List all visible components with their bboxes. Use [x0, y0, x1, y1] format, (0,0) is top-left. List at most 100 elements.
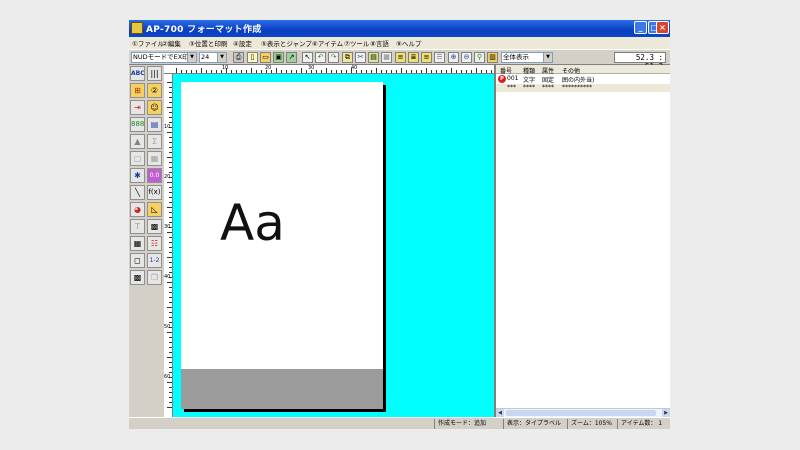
chevron-right-icon[interactable]: ▶: [662, 409, 670, 417]
undo-icon[interactable]: ↶: [315, 52, 326, 63]
ruler-tick: [301, 68, 302, 73]
column-header-other[interactable]: その他: [562, 66, 580, 75]
data-matrix-tool-icon[interactable]: ▦: [130, 236, 145, 251]
ruler-tick: [167, 207, 172, 208]
face-tool-icon[interactable]: ☺: [147, 100, 162, 115]
menu-edit[interactable]: ②編集: [162, 38, 181, 48]
page-footer-band: [181, 369, 383, 409]
date-tool-icon[interactable]: 0.0: [147, 168, 162, 183]
ruler-tick: [167, 407, 172, 408]
item-list-panel: 番号 種類 属性 その他 P 001 文字 固定 囲の内外当) *** ****…: [494, 65, 670, 417]
cut-icon[interactable]: ✂: [355, 52, 366, 63]
ruler-tick: [169, 212, 172, 213]
ruler-tick: [446, 70, 447, 73]
database-tool-icon[interactable]: ▤: [147, 117, 162, 132]
export-icon[interactable]: ↗: [286, 52, 297, 63]
ruler-tick: [176, 68, 177, 73]
scrollbar-thumb[interactable]: [506, 410, 656, 416]
text-tool-icon[interactable]: ABC: [130, 66, 145, 81]
menu-language[interactable]: ⑧言語: [370, 38, 389, 48]
ruler-tick: [169, 292, 172, 293]
preview-icon[interactable]: ▥: [487, 52, 498, 63]
delete-icon[interactable]: ▦: [381, 52, 392, 63]
close-button[interactable]: ×: [656, 21, 669, 34]
ruler-tick: [167, 82, 172, 83]
number-tool-icon[interactable]: 1-2: [147, 253, 162, 268]
box-tool-icon[interactable]: ◻: [130, 253, 145, 268]
serial-tool-icon[interactable]: 888: [130, 117, 145, 132]
shape-tool-icon[interactable]: ▲: [130, 134, 145, 149]
view-select-value: 全体表示: [503, 53, 529, 61]
menu-help[interactable]: ⑨ヘルプ: [396, 38, 421, 48]
minimize-button[interactable]: _: [634, 21, 647, 34]
column-header-attribute[interactable]: 属性: [542, 66, 554, 75]
ruler-tick: [169, 217, 172, 218]
triangle-tool-icon[interactable]: ◺: [147, 202, 162, 217]
color-tool-icon[interactable]: ◕: [130, 202, 145, 217]
star-tool-icon[interactable]: ✱: [130, 168, 145, 183]
table-tool-icon[interactable]: ⊞: [130, 83, 145, 98]
frame-tool-icon[interactable]: ▢: [130, 151, 145, 166]
menu-tools[interactable]: ⑦ツール: [344, 38, 369, 48]
function-tool-icon[interactable]: f(x): [147, 185, 162, 200]
cursor-readout: 52.3 : 51.3: [614, 52, 666, 71]
view-select[interactable]: 全体表示 ▼: [501, 52, 553, 63]
copy-icon[interactable]: ⧉: [342, 52, 353, 63]
counter-tool-icon[interactable]: ②: [147, 83, 162, 98]
qr-code-tool-icon[interactable]: ▩: [147, 219, 162, 234]
menu-view-jump[interactable]: ⑤表示とジャンプ: [261, 38, 312, 48]
menu-position-print[interactable]: ③位置と印刷: [189, 38, 227, 48]
print-icon[interactable]: ⎙: [233, 52, 244, 63]
menu-settings[interactable]: ④設定: [233, 38, 252, 48]
zoom-out-icon[interactable]: ⊖: [461, 52, 472, 63]
list-tool-icon[interactable]: ☷: [147, 236, 162, 251]
text-block-tool-icon[interactable]: T: [130, 219, 145, 234]
horizontal-scrollbar[interactable]: ◀ ▶: [496, 408, 670, 417]
ruler-tick: [251, 68, 252, 73]
status-zoom: ズーム：105%: [567, 419, 617, 429]
mode-select[interactable]: NUDモードでEX印刷 ▼: [131, 52, 197, 63]
app-icon: [131, 22, 143, 34]
design-canvas[interactable]: Aa: [173, 74, 494, 417]
text-item[interactable]: Aa: [220, 198, 285, 248]
open-folder-icon[interactable]: ▭: [260, 52, 271, 63]
paste-icon[interactable]: ▤: [368, 52, 379, 63]
title-bar[interactable]: AP-700 フォーマット作成 _ □ ×: [129, 20, 670, 37]
ruler-tick: [169, 267, 172, 268]
size-select[interactable]: 24 ▼: [199, 52, 227, 63]
layer-tool-icon[interactable]: ❐: [147, 270, 162, 285]
save-icon[interactable]: ▣: [273, 52, 284, 63]
ruler-tick: [206, 70, 207, 73]
column-header-number[interactable]: 番号: [500, 66, 512, 75]
barcode-tool-icon[interactable]: |||: [147, 66, 162, 81]
menu-item[interactable]: ⑥アイテム: [312, 38, 343, 48]
sum-tool-icon[interactable]: Σ: [147, 134, 162, 149]
ruler-tick: [321, 70, 322, 73]
menu-file[interactable]: ①ファイル: [132, 38, 164, 48]
ruler-label: 30: [164, 224, 171, 230]
new-file-icon[interactable]: ▯: [247, 52, 258, 63]
ruler-tick: [331, 70, 332, 73]
image-tool-icon[interactable]: ▩: [130, 270, 145, 285]
zoom-in-icon[interactable]: ⊕: [448, 52, 459, 63]
select-arrow-icon[interactable]: ↖: [302, 52, 313, 63]
align-center-icon[interactable]: ≣: [408, 52, 419, 63]
ruler-tick: [186, 70, 187, 73]
label-page[interactable]: Aa: [181, 82, 383, 409]
redo-icon[interactable]: ↷: [328, 52, 339, 63]
column-header-kind[interactable]: 種類: [523, 66, 535, 75]
grid-tool-icon[interactable]: ▦: [147, 151, 162, 166]
ruler-tick: [167, 357, 172, 358]
chevron-down-icon[interactable]: ▼: [543, 53, 552, 62]
align-right-icon[interactable]: ≡: [421, 52, 432, 63]
direction-tool-icon[interactable]: ⇥: [130, 100, 145, 115]
line-tool-icon[interactable]: ╲: [130, 185, 145, 200]
chevron-down-icon[interactable]: ▼: [217, 53, 226, 62]
chevron-left-icon[interactable]: ◀: [496, 409, 504, 417]
align-left-icon[interactable]: ≡: [395, 52, 406, 63]
distribute-icon[interactable]: ☰: [434, 52, 445, 63]
pin-icon[interactable]: ⚲: [474, 52, 485, 63]
table-row[interactable]: *** **** **** **********: [496, 84, 670, 92]
mode-select-value: NUDモードでEX印刷: [133, 53, 196, 61]
chevron-down-icon[interactable]: ▼: [187, 53, 196, 62]
